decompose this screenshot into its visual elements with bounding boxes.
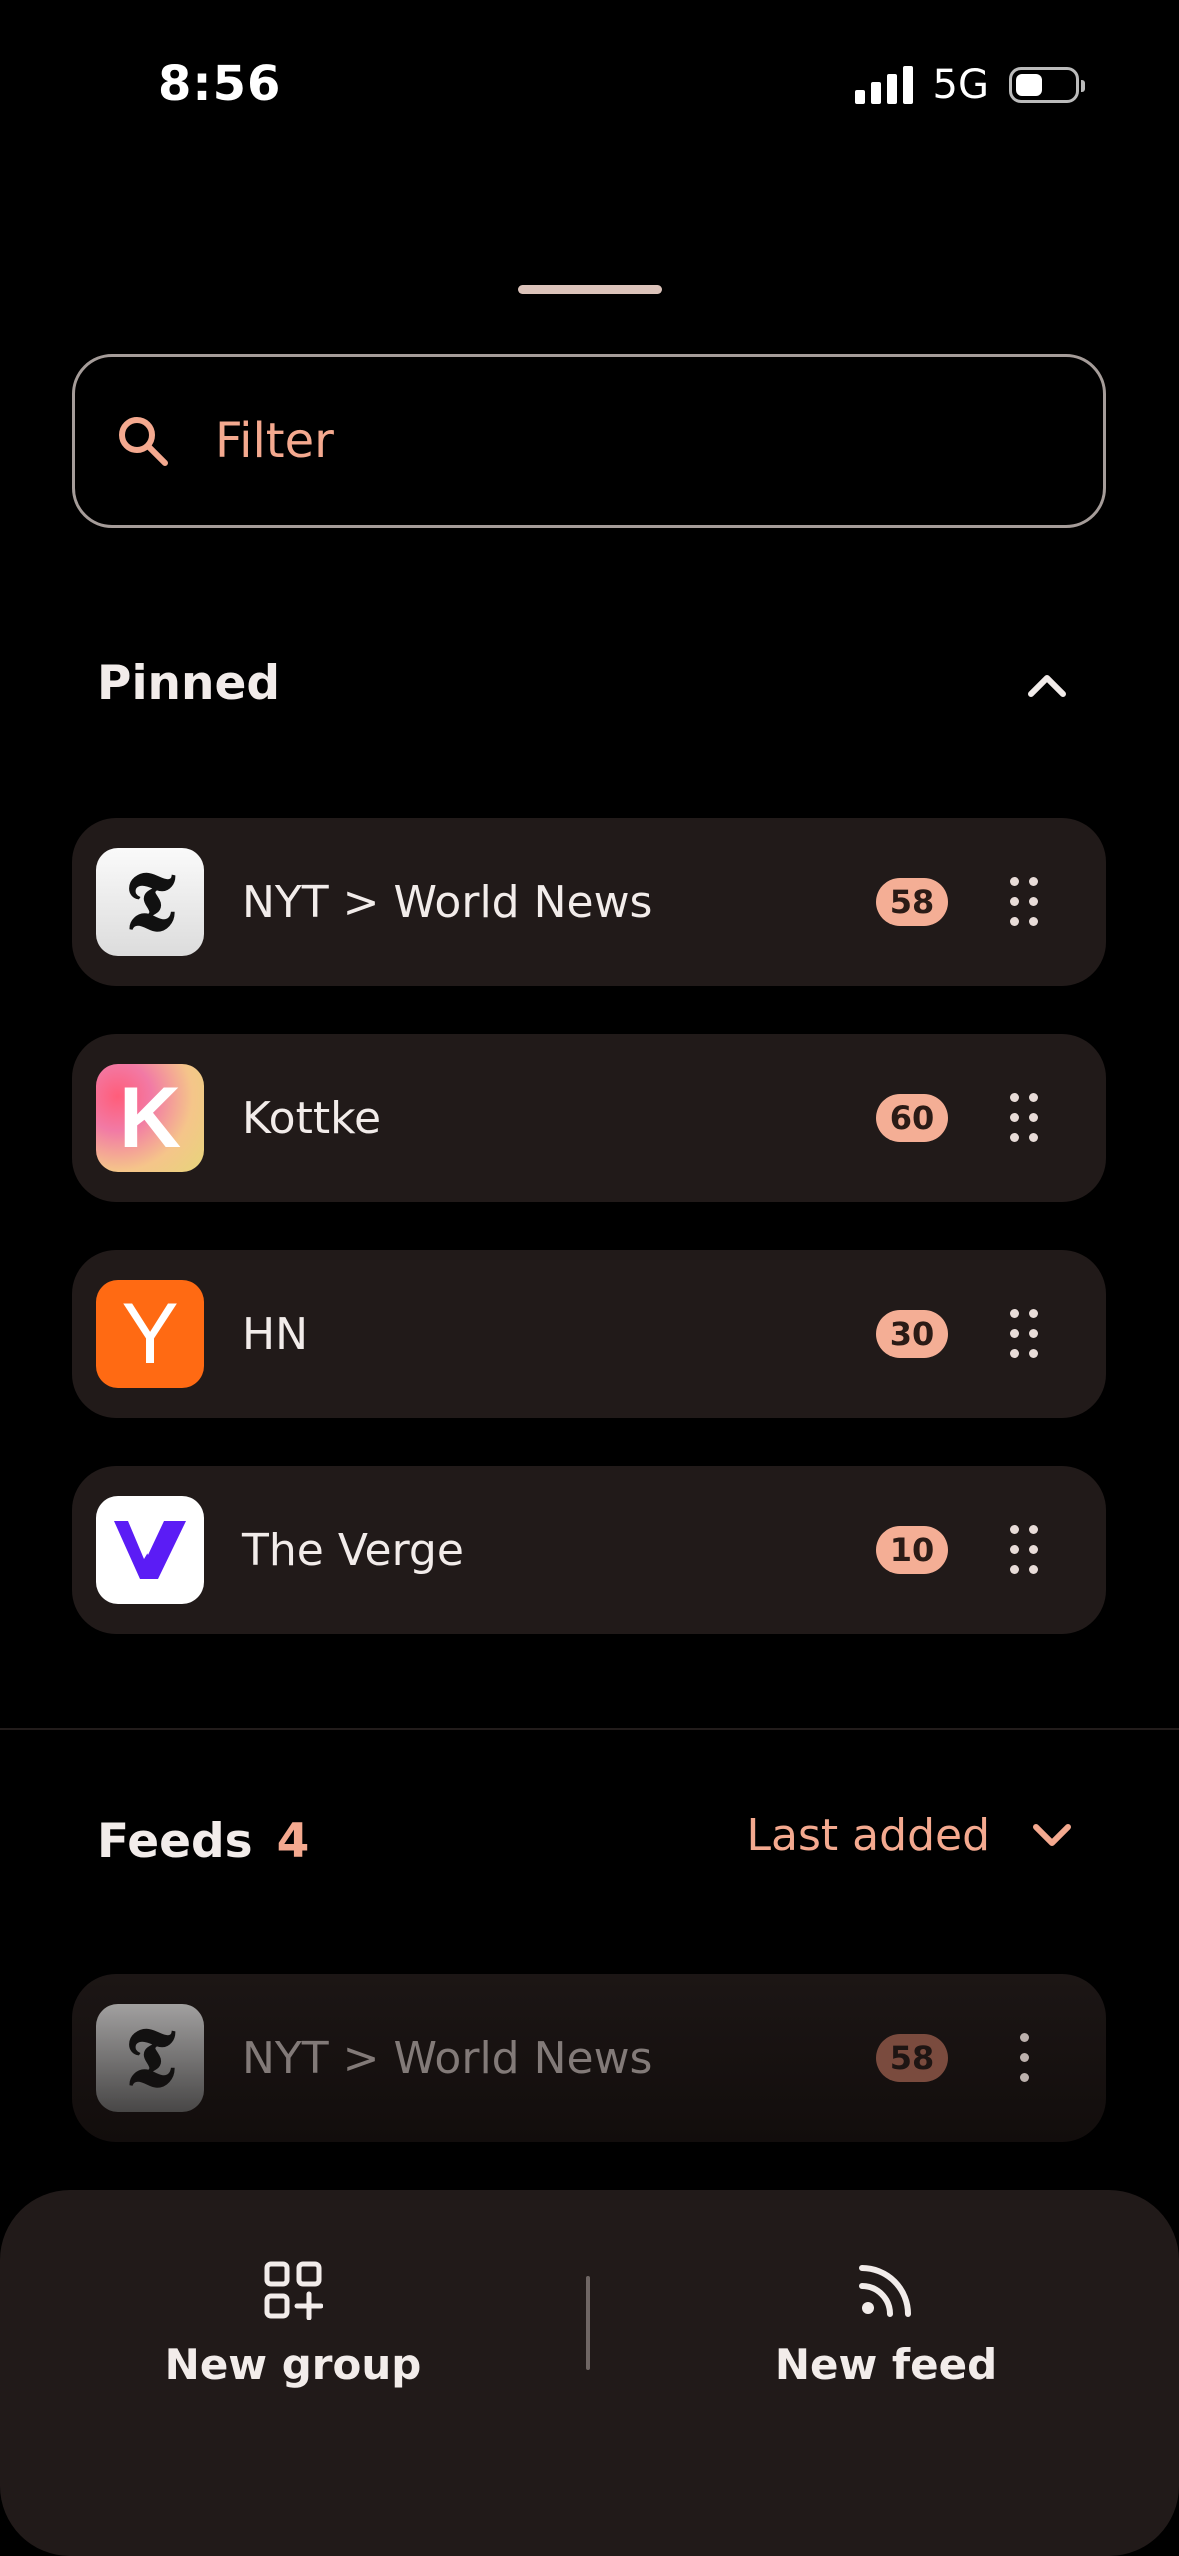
status-time: 8:56 xyxy=(158,56,282,112)
feed-item-nyt[interactable]: 𝕿 NYT > World News 58 xyxy=(72,1974,1106,2142)
pinned-item-nyt[interactable]: 𝕿 NYT > World News 58 xyxy=(72,818,1106,986)
unread-badge: 60 xyxy=(876,1094,948,1142)
sheet-grabber[interactable] xyxy=(518,285,662,294)
new-feed-button[interactable]: New feed xyxy=(686,2260,1086,2389)
kottke-logo-icon: K xyxy=(96,1064,204,1172)
new-group-label: New group xyxy=(164,2340,422,2389)
unread-badge: 30 xyxy=(876,1310,948,1358)
drag-handle-icon[interactable] xyxy=(1010,877,1040,927)
pinned-item-verge[interactable]: The Verge 10 xyxy=(72,1466,1106,1634)
sort-dropdown[interactable]: Last added xyxy=(747,1810,1074,1861)
drag-handle-icon[interactable] xyxy=(1010,1309,1040,1359)
feed-title: The Verge xyxy=(242,1524,464,1576)
feed-title: NYT > World News xyxy=(242,2032,653,2084)
filter-field[interactable] xyxy=(72,354,1106,528)
drag-handle-icon[interactable] xyxy=(1010,1525,1040,1575)
feeds-title: Feeds xyxy=(97,1814,253,1869)
new-group-button[interactable]: New group xyxy=(93,2260,493,2389)
filter-input[interactable] xyxy=(213,412,1017,470)
pinned-item-hn[interactable]: Y HN 30 xyxy=(72,1250,1106,1418)
sort-label: Last added xyxy=(746,1810,990,1861)
search-icon xyxy=(119,417,168,466)
pinned-header: Pinned xyxy=(97,656,280,711)
feed-title: NYT > World News xyxy=(242,876,653,928)
drag-handle-icon[interactable] xyxy=(1010,1093,1040,1143)
verge-logo-icon xyxy=(96,1496,204,1604)
unread-badge: 58 xyxy=(876,878,948,926)
feed-title: HN xyxy=(242,1308,308,1360)
pinned-item-kottke[interactable]: K Kottke 60 xyxy=(72,1034,1106,1202)
section-divider xyxy=(0,1728,1179,1730)
unread-badge: 10 xyxy=(876,1526,948,1574)
action-separator xyxy=(586,2276,590,2370)
collapse-pinned-button[interactable] xyxy=(1022,660,1072,710)
hn-logo-icon: Y xyxy=(96,1280,204,1388)
chevron-up-icon xyxy=(1028,675,1066,697)
feed-title: Kottke xyxy=(242,1092,382,1144)
status-indicators: 5G xyxy=(854,62,1085,108)
new-group-icon xyxy=(264,2261,323,2320)
pinned-title: Pinned xyxy=(97,656,280,711)
more-options-icon[interactable] xyxy=(1010,2033,1040,2083)
network-label: 5G xyxy=(932,62,989,108)
feeds-header: Feeds 4 xyxy=(97,1814,309,1869)
screen: 8:56 5G Pinned 𝕿 NYT > World News 58 xyxy=(0,0,1179,2556)
feeds-count: 4 xyxy=(276,1814,310,1869)
unread-badge: 58 xyxy=(876,2034,948,2082)
nyt-logo-icon: 𝕿 xyxy=(96,2004,204,2112)
new-feed-label: New feed xyxy=(774,2340,998,2389)
chevron-down-icon xyxy=(1033,1823,1071,1846)
rss-icon xyxy=(859,2265,911,2317)
nyt-logo-icon: 𝕿 xyxy=(96,848,204,956)
signal-icon xyxy=(854,66,913,104)
battery-icon xyxy=(1009,67,1085,103)
bottom-action-bar: New group New feed xyxy=(0,2190,1179,2556)
